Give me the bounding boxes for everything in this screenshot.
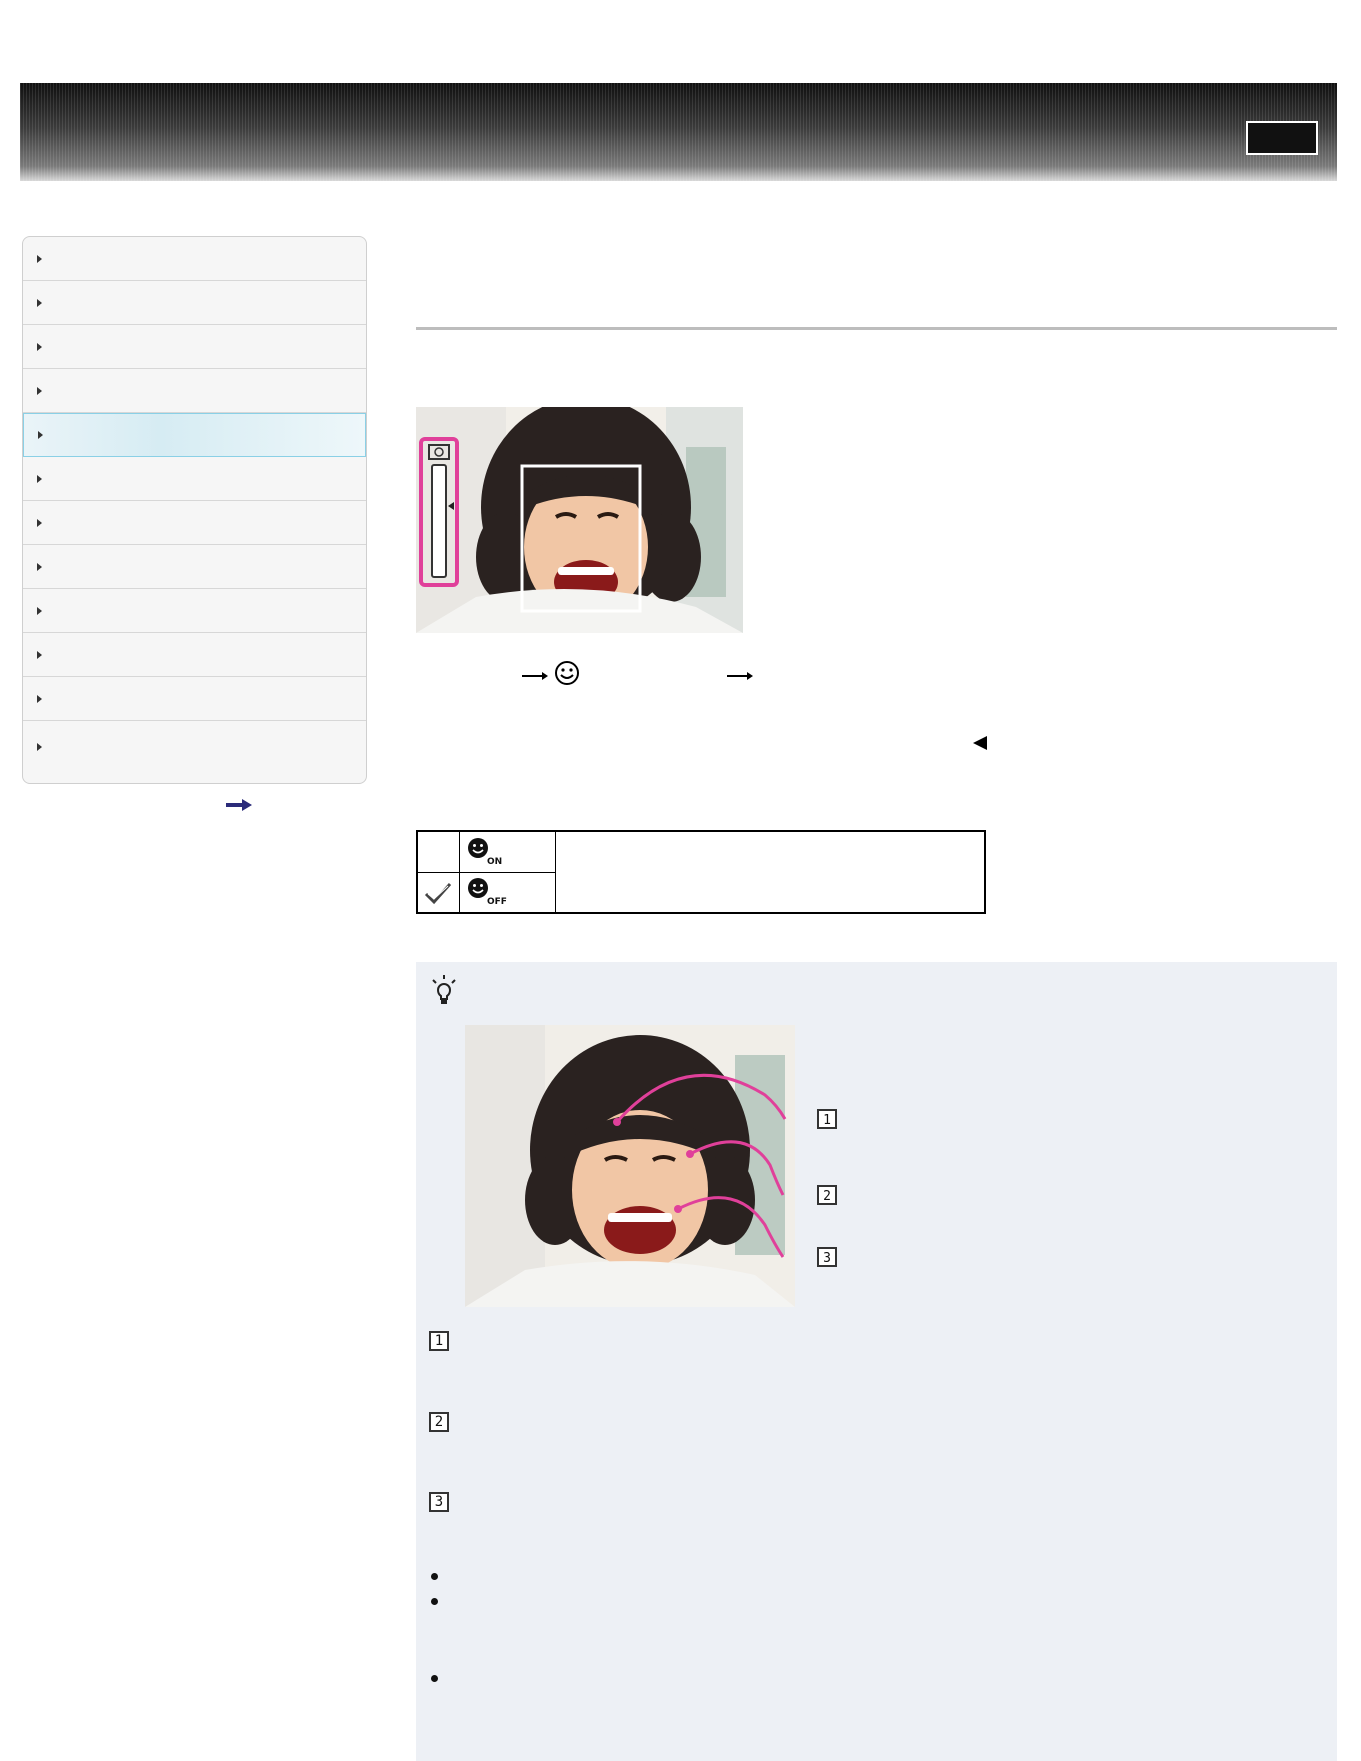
smile-icon (555, 661, 579, 685)
sidebar-item-12[interactable] (23, 721, 366, 773)
sidebar-item-8[interactable] (23, 545, 366, 589)
sidebar-item-11[interactable] (23, 677, 366, 721)
sidebar-item-4[interactable] (23, 369, 366, 413)
sidebar-item-7[interactable] (23, 501, 366, 545)
sidebar-item-6[interactable] (23, 457, 366, 501)
callout-3: 3 (823, 1251, 831, 1266)
smile-on-icon[interactable]: ON (467, 836, 503, 868)
smile-on-label: ON (487, 857, 502, 867)
bullet (431, 1598, 438, 1605)
face-callout-photo: 1 2 3 (465, 1025, 842, 1307)
header-button[interactable] (1246, 121, 1318, 155)
chevron-right-icon (37, 518, 42, 527)
bullet (431, 1573, 438, 1580)
chevron-right-icon (37, 342, 42, 351)
sidebar-item-9[interactable] (23, 589, 366, 633)
sidebar-item-2[interactable] (23, 281, 366, 325)
chevron-right-icon (37, 606, 42, 615)
chevron-right-icon (37, 474, 42, 483)
more-arrow-icon[interactable] (226, 799, 252, 811)
list-number-2: 2 (429, 1412, 449, 1432)
list-number-1: 1 (429, 1331, 449, 1351)
smile-off-label: OFF (487, 897, 507, 907)
callout-1: 1 (823, 1113, 831, 1128)
chevron-right-icon (37, 650, 42, 659)
bullet (431, 1675, 438, 1682)
sidebar-item-3[interactable] (23, 325, 366, 369)
chevron-right-icon (37, 298, 42, 307)
title-rule (416, 327, 1337, 330)
chevron-right-icon (38, 431, 43, 439)
list-number-3: 3 (429, 1492, 449, 1512)
sidebar (22, 236, 367, 784)
chevron-right-icon (37, 743, 42, 751)
sidebar-item-1[interactable] (23, 237, 366, 281)
callout-2: 2 (823, 1189, 831, 1204)
chevron-right-icon (37, 254, 42, 263)
header-banner (20, 83, 1337, 181)
arrow-right-icon (522, 672, 548, 680)
triangle-left-icon (973, 736, 987, 750)
smile-options-table: ON OFF (416, 830, 986, 914)
chevron-right-icon (37, 694, 42, 703)
chevron-right-icon (37, 562, 42, 571)
arrow-right-icon (727, 672, 753, 680)
chevron-right-icon (37, 386, 42, 395)
smile-detection-photo (416, 407, 743, 633)
smile-off-icon[interactable]: OFF (467, 876, 511, 908)
checkmark-icon (424, 883, 452, 905)
lightbulb-icon (432, 975, 456, 1004)
sidebar-item-5-active[interactable] (23, 413, 366, 457)
sidebar-item-10[interactable] (23, 633, 366, 677)
